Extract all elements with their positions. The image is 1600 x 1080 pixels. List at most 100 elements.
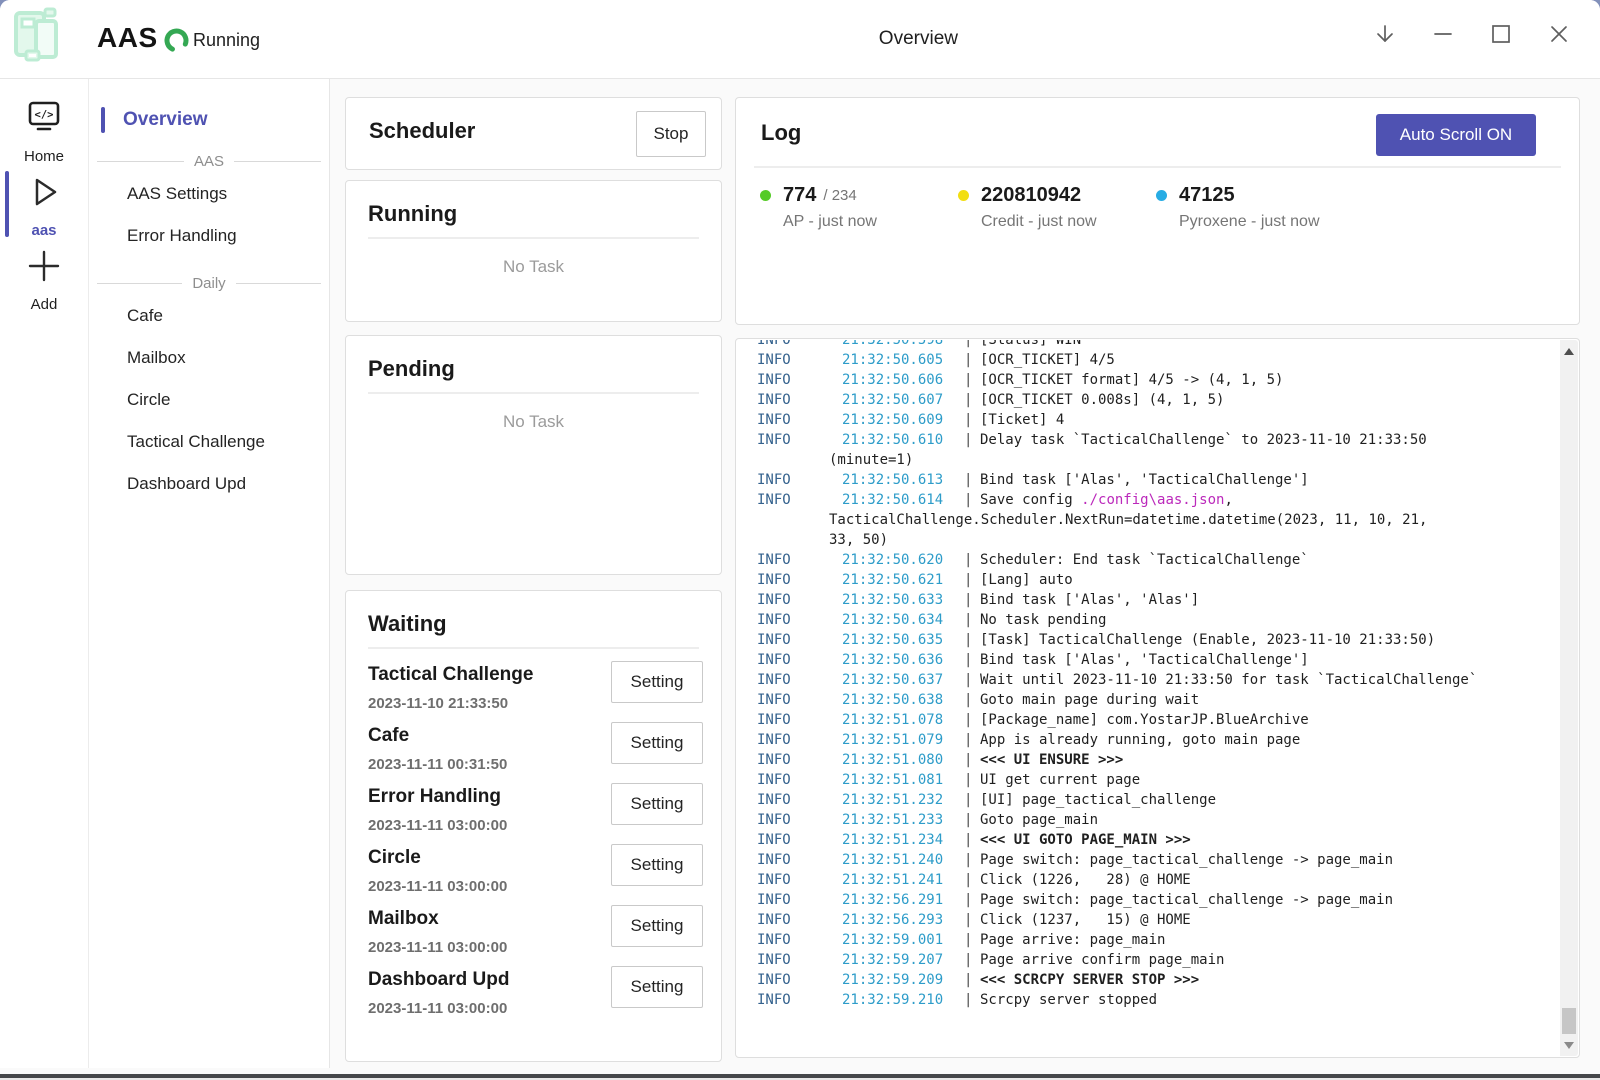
log-separator: | — [964, 790, 980, 810]
setting-button-error-handling[interactable]: Setting — [611, 783, 703, 825]
log-separator: | — [964, 650, 980, 670]
sidebar-group-label: Daily — [192, 275, 225, 292]
sidebar-item-cafe[interactable]: Cafe — [89, 295, 329, 337]
waiting-task-row-mailbox: Mailbox2023-11-11 03:00:00Setting — [368, 897, 699, 958]
setting-button-tactical-challenge[interactable]: Setting — [611, 661, 703, 703]
log-message: [OCR_TICKET] 4/5 — [980, 350, 1115, 370]
auto-scroll-button[interactable]: Auto Scroll ON — [1376, 114, 1536, 156]
stat-dot-icon — [1156, 190, 1167, 201]
log-separator: | — [964, 610, 980, 630]
log-line: INFO21:32:59.001|Page arrive: page_main — [737, 930, 1560, 950]
sidebar-item-aas-settings[interactable]: AAS Settings — [89, 173, 329, 215]
app-name: AAS — [97, 22, 158, 54]
log-message: Page arrive: page_main — [980, 930, 1165, 950]
log-scroll-area[interactable]: INFO21:32:50.598|[Status] WININFO21:32:5… — [737, 340, 1560, 1056]
log-separator: | — [964, 340, 980, 350]
log-lines: INFO21:32:50.598|[Status] WININFO21:32:5… — [737, 340, 1560, 1010]
log-line: INFO21:32:50.621|[Lang] auto — [737, 570, 1560, 590]
setting-button-mailbox[interactable]: Setting — [611, 905, 703, 947]
app-window: AAS Running Overview — [0, 0, 1600, 1074]
rail-active-indicator — [5, 171, 9, 237]
log-message: <<< UI GOTO PAGE_MAIN >>> — [980, 830, 1191, 850]
log-timestamp: 21:32:59.210 — [842, 990, 964, 1010]
divider — [368, 647, 699, 649]
log-timestamp: 21:32:50.637 — [842, 670, 964, 690]
log-stat-pyroxene: 47125Pyroxene - just now — [1156, 184, 1354, 231]
log-line: INFO21:32:50.609|[Ticket] 4 — [737, 410, 1560, 430]
log-line: INFO21:32:50.635|[Task] TacticalChalleng… — [737, 630, 1560, 650]
log-line: INFO21:32:50.637|Wait until 2023-11-10 2… — [737, 670, 1560, 690]
log-line: INFO21:32:50.614|Save config ./config\aa… — [737, 490, 1560, 510]
log-level: INFO — [757, 570, 842, 590]
log-timestamp: 21:32:59.209 — [842, 970, 964, 990]
scheduler-card: Scheduler Stop — [345, 97, 722, 170]
log-line: INFO21:32:51.080|<<< UI ENSURE >>> — [737, 750, 1560, 770]
rail-item-home[interactable]: </> Home — [0, 99, 88, 165]
log-message: UI get current page — [980, 770, 1140, 790]
pending-empty-text: No Task — [368, 412, 699, 432]
log-scrollbar[interactable] — [1560, 340, 1578, 1056]
stat-value: 220810942 — [981, 184, 1081, 207]
stop-button[interactable]: Stop — [636, 111, 706, 157]
sidebar-item-error-handling[interactable]: Error Handling — [89, 215, 329, 257]
log-level: INFO — [757, 850, 842, 870]
log-line-continuation: 33, 50) — [737, 530, 1560, 550]
waiting-task-list: Tactical Challenge2023-11-10 21:33:50Set… — [368, 653, 699, 1019]
log-separator: | — [964, 810, 980, 830]
setting-button-dashboard-upd[interactable]: Setting — [611, 966, 703, 1008]
log-line: INFO21:32:50.634|No task pending — [737, 610, 1560, 630]
log-message: Wait until 2023-11-10 21:33:50 for task … — [980, 670, 1477, 690]
setting-button-circle[interactable]: Setting — [611, 844, 703, 886]
log-separator: | — [964, 470, 980, 490]
rail-item-add[interactable]: Add — [0, 247, 88, 313]
sidebar-item-circle[interactable]: Circle — [89, 379, 329, 421]
log-message: [Lang] auto — [980, 570, 1073, 590]
stat-suffix: / 234 — [823, 187, 856, 204]
log-line: INFO21:32:50.607|[OCR_TICKET 0.008s] (4,… — [737, 390, 1560, 410]
sidebar-item-mailbox[interactable]: Mailbox — [89, 337, 329, 379]
log-separator: | — [964, 570, 980, 590]
scheduler-status-text: Running — [193, 30, 260, 51]
log-stat-credit: 220810942Credit - just now — [958, 184, 1156, 231]
log-line: INFO21:32:56.293|Click (1237, 15) @ HOME — [737, 910, 1560, 930]
app-logo-icon — [9, 7, 73, 71]
sidebar-item-overview[interactable]: Overview — [89, 105, 329, 135]
log-timestamp: 21:32:51.080 — [842, 750, 964, 770]
scheduler-title: Scheduler — [369, 118, 475, 144]
minimize-button[interactable] — [1430, 21, 1456, 47]
scrollbar-down-button[interactable] — [1560, 1036, 1578, 1054]
log-timestamp: 21:32:56.293 — [842, 910, 964, 930]
log-line: INFO21:32:51.232|[UI] page_tactical_chal… — [737, 790, 1560, 810]
sidebar-item-dashboard-upd[interactable]: Dashboard Upd — [89, 463, 329, 505]
log-level: INFO — [757, 490, 842, 510]
download-update-button[interactable] — [1372, 21, 1398, 47]
sidebar-item-tactical-challenge[interactable]: Tactical Challenge — [89, 421, 329, 463]
log-level: INFO — [757, 750, 842, 770]
log-line: INFO21:32:50.598|[Status] WIN — [737, 340, 1560, 350]
log-separator: | — [964, 390, 980, 410]
log-message: <<< SCRCPY SERVER STOP >>> — [980, 970, 1199, 990]
log-timestamp: 21:32:59.001 — [842, 930, 964, 950]
setting-button-cafe[interactable]: Setting — [611, 722, 703, 764]
log-timestamp: 21:32:50.636 — [842, 650, 964, 670]
rail-item-aas[interactable]: aas — [0, 173, 88, 239]
log-line: INFO21:32:50.638|Goto main page during w… — [737, 690, 1560, 710]
log-view-card: INFO21:32:50.598|[Status] WININFO21:32:5… — [735, 338, 1580, 1058]
log-timestamp: 21:32:51.240 — [842, 850, 964, 870]
maximize-button[interactable] — [1488, 21, 1514, 47]
log-message: Click (1226, 28) @ HOME — [980, 870, 1191, 890]
scrollbar-thumb[interactable] — [1562, 1008, 1576, 1034]
log-timestamp: 21:32:51.234 — [842, 830, 964, 850]
log-timestamp: 21:32:51.079 — [842, 730, 964, 750]
log-timestamp: 21:32:50.607 — [842, 390, 964, 410]
log-level: INFO — [757, 370, 842, 390]
log-timestamp: 21:32:50.605 — [842, 350, 964, 370]
close-button[interactable] — [1546, 21, 1572, 47]
waiting-task-row-cafe: Cafe2023-11-11 00:31:50Setting — [368, 714, 699, 775]
log-level: INFO — [757, 590, 842, 610]
running-card: Running No Task — [345, 180, 722, 322]
log-timestamp: 21:32:50.634 — [842, 610, 964, 630]
add-icon — [25, 247, 63, 290]
scrollbar-up-button[interactable] — [1560, 342, 1578, 360]
log-timestamp: 21:32:59.207 — [842, 950, 964, 970]
